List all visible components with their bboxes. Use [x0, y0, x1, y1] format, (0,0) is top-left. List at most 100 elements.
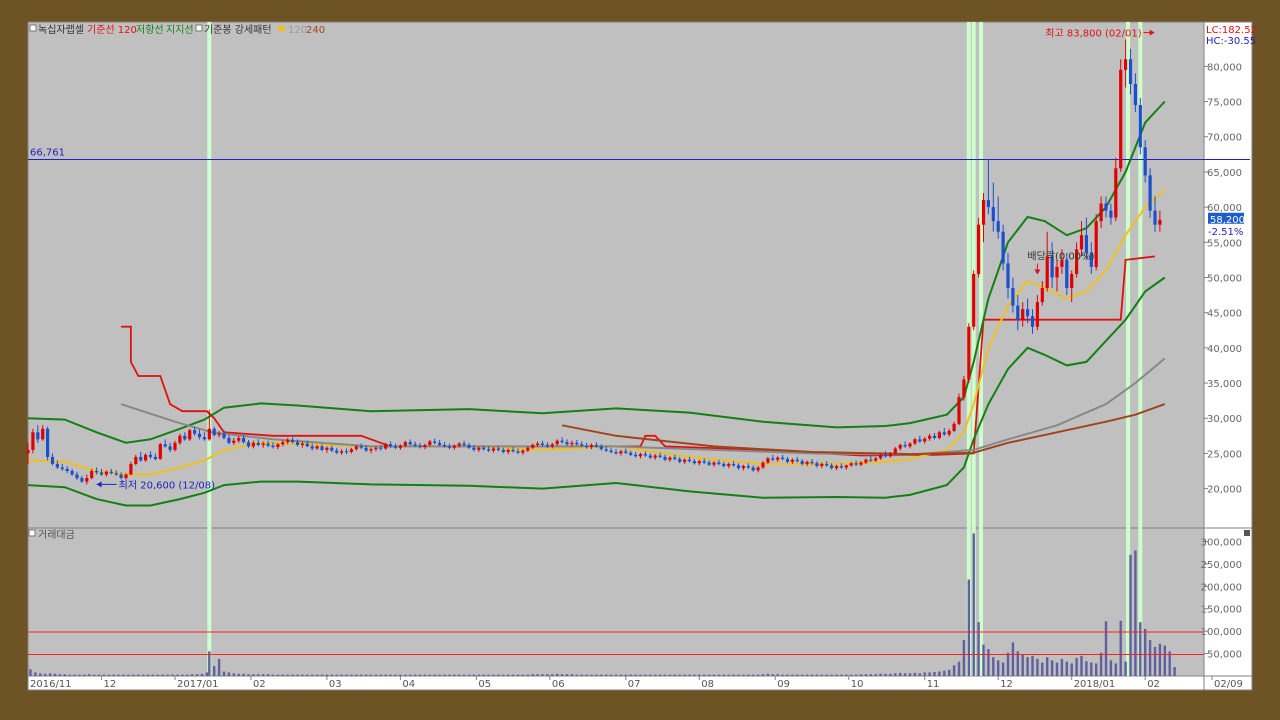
volume-bar[interactable]	[384, 674, 387, 676]
volume-bar[interactable]	[413, 674, 417, 676]
volume-bar[interactable]	[394, 674, 397, 676]
volume-bar[interactable]	[1119, 620, 1122, 676]
volume-bar[interactable]	[830, 674, 833, 676]
volume-bar[interactable]	[707, 674, 711, 676]
volume-bar[interactable]	[320, 674, 324, 676]
volume-bar[interactable]	[663, 674, 667, 676]
volume-bar[interactable]	[864, 674, 868, 676]
volume-bar[interactable]	[1050, 660, 1054, 676]
volume-bar[interactable]	[624, 674, 627, 676]
volume-bar[interactable]	[796, 674, 799, 676]
volume-bar[interactable]	[908, 673, 912, 676]
volume-bar[interactable]	[433, 674, 436, 676]
volume-bar[interactable]	[63, 674, 66, 676]
volume-bar[interactable]	[369, 674, 373, 676]
volume-bar[interactable]	[345, 674, 348, 676]
volume-bar[interactable]	[257, 674, 260, 676]
volume-bar[interactable]	[678, 674, 681, 676]
volume-bar[interactable]	[1163, 645, 1166, 676]
volume-bar[interactable]	[1006, 652, 1010, 676]
volume-bar[interactable]	[869, 674, 872, 676]
volume-bar[interactable]	[580, 674, 583, 676]
volume-bar[interactable]	[315, 674, 319, 676]
volume-bar[interactable]	[266, 674, 270, 676]
volume-bar[interactable]	[536, 674, 539, 676]
volume-bar[interactable]	[102, 674, 106, 676]
volume-bar[interactable]	[747, 674, 750, 676]
volume-bar[interactable]	[703, 674, 706, 676]
volume-bar[interactable]	[815, 674, 819, 676]
volume-bar[interactable]	[146, 674, 150, 676]
volume-bar[interactable]	[732, 674, 735, 676]
volume-bar[interactable]	[462, 674, 466, 676]
volume-bar[interactable]	[242, 673, 245, 676]
volume-bar[interactable]	[992, 657, 995, 676]
volume-bar[interactable]	[938, 671, 941, 676]
volume-bar[interactable]	[306, 674, 309, 676]
volume-bar[interactable]	[1055, 662, 1059, 676]
volume-bar[interactable]	[560, 674, 564, 676]
volume-bar[interactable]	[1158, 643, 1162, 676]
volume-bar[interactable]	[340, 674, 343, 676]
panel-toggle-icon[interactable]	[28, 529, 36, 537]
volume-bar[interactable]	[301, 674, 304, 676]
volume-bar[interactable]	[409, 674, 412, 676]
volume-bar[interactable]	[1060, 658, 1064, 676]
volume-bar[interactable]	[786, 674, 789, 676]
volume-bar[interactable]	[492, 674, 495, 676]
volume-bar[interactable]	[200, 673, 204, 676]
volume-bar[interactable]	[166, 674, 169, 676]
volume-bar[interactable]	[933, 671, 936, 676]
volume-bar[interactable]	[122, 674, 125, 676]
volume-bar[interactable]	[176, 674, 179, 676]
volume-bar[interactable]	[472, 674, 476, 676]
volume-bar[interactable]	[948, 669, 951, 676]
candle-up[interactable]	[1119, 59, 1123, 172]
volume-bar[interactable]	[399, 674, 402, 676]
volume-bar[interactable]	[127, 674, 130, 676]
volume-bar[interactable]	[766, 673, 770, 676]
volume-bar[interactable]	[967, 579, 970, 676]
volume-bar[interactable]	[771, 674, 774, 676]
volume-bar[interactable]	[727, 674, 730, 676]
volume-bar[interactable]	[88, 674, 91, 676]
volume-bar[interactable]	[137, 674, 140, 676]
volume-bar[interactable]	[698, 674, 701, 676]
volume-bar[interactable]	[590, 674, 593, 676]
volume-bar[interactable]	[1001, 662, 1005, 676]
candle-up[interactable]	[158, 442, 162, 460]
volume-bar[interactable]	[712, 674, 716, 676]
volume-bar[interactable]	[1144, 628, 1147, 676]
volume-bar[interactable]	[1026, 657, 1029, 676]
volume-bar[interactable]	[761, 674, 765, 676]
volume-bar[interactable]	[511, 674, 515, 676]
volume-bar[interactable]	[73, 674, 76, 676]
volume-bar[interactable]	[29, 669, 32, 676]
volume-bar[interactable]	[781, 674, 784, 676]
volume-bar[interactable]	[899, 672, 902, 676]
volume-bar[interactable]	[884, 673, 887, 676]
volume-bar[interactable]	[1148, 640, 1152, 676]
volume-bar[interactable]	[262, 674, 265, 676]
volume-bar[interactable]	[1168, 651, 1171, 676]
volume-bar[interactable]	[879, 673, 882, 676]
volume-bar[interactable]	[526, 674, 529, 676]
volume-bar[interactable]	[58, 674, 62, 676]
volume-bar[interactable]	[487, 674, 490, 676]
volume-bar[interactable]	[286, 674, 289, 676]
volume-bar[interactable]	[516, 674, 520, 676]
volume-bar[interactable]	[227, 672, 231, 676]
volume-bar[interactable]	[987, 649, 990, 676]
volume-bar[interactable]	[507, 674, 510, 676]
volume-bar[interactable]	[943, 670, 946, 676]
volume-bar[interactable]	[1031, 655, 1034, 676]
volume-bar[interactable]	[132, 674, 135, 676]
candle-down[interactable]	[1148, 168, 1152, 218]
volume-bar[interactable]	[276, 674, 280, 676]
volume-bar[interactable]	[281, 674, 284, 676]
volume-bar[interactable]	[546, 674, 549, 676]
candle-up[interactable]	[972, 270, 976, 331]
volume-bar[interactable]	[418, 674, 422, 676]
volume-bar[interactable]	[467, 674, 471, 676]
volume-bar[interactable]	[497, 674, 500, 676]
